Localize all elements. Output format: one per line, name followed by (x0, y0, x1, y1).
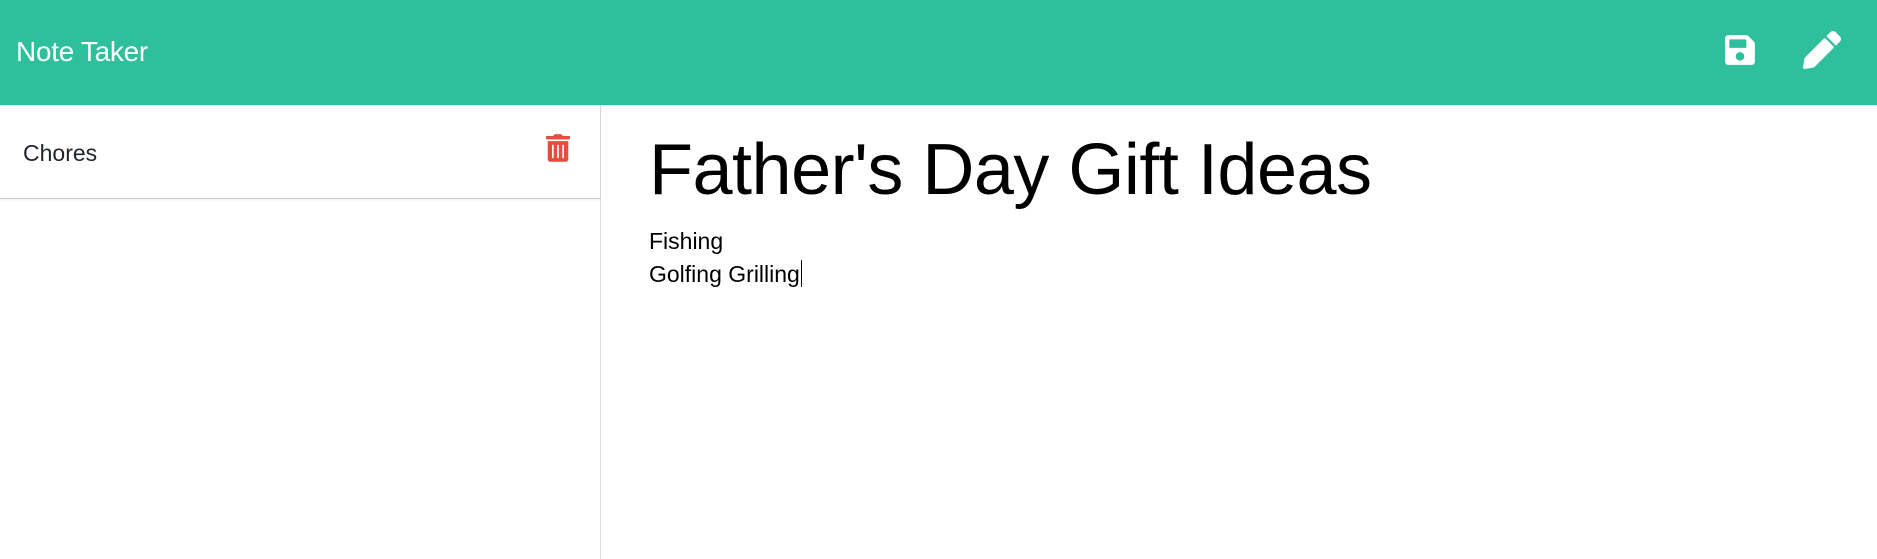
text-cursor (800, 260, 802, 287)
trash-icon[interactable] (546, 134, 570, 162)
note-text-line: Golfing Grilling (649, 261, 800, 287)
note-text-area[interactable]: Fishing Golfing Grilling (649, 225, 1799, 291)
notes-sidebar: Chores (0, 105, 601, 559)
note-list-item[interactable]: Chores (0, 105, 600, 199)
pencil-icon (1803, 31, 1841, 69)
note-text-line-with-cursor: Golfing Grilling (649, 258, 1799, 291)
new-note-button[interactable] (1802, 30, 1842, 70)
app-brand[interactable]: Note Taker (16, 35, 148, 69)
note-list-item-title[interactable]: Chores (23, 139, 97, 167)
note-editor: Father's Day Gift Ideas Fishing Golfing … (601, 105, 1877, 559)
save-icon (1725, 35, 1755, 65)
note-text-line: Fishing (649, 228, 724, 254)
note-title-input[interactable]: Father's Day Gift Ideas (649, 127, 1372, 213)
navbar: Note Taker (0, 0, 1877, 105)
save-note-button[interactable] (1720, 30, 1760, 70)
